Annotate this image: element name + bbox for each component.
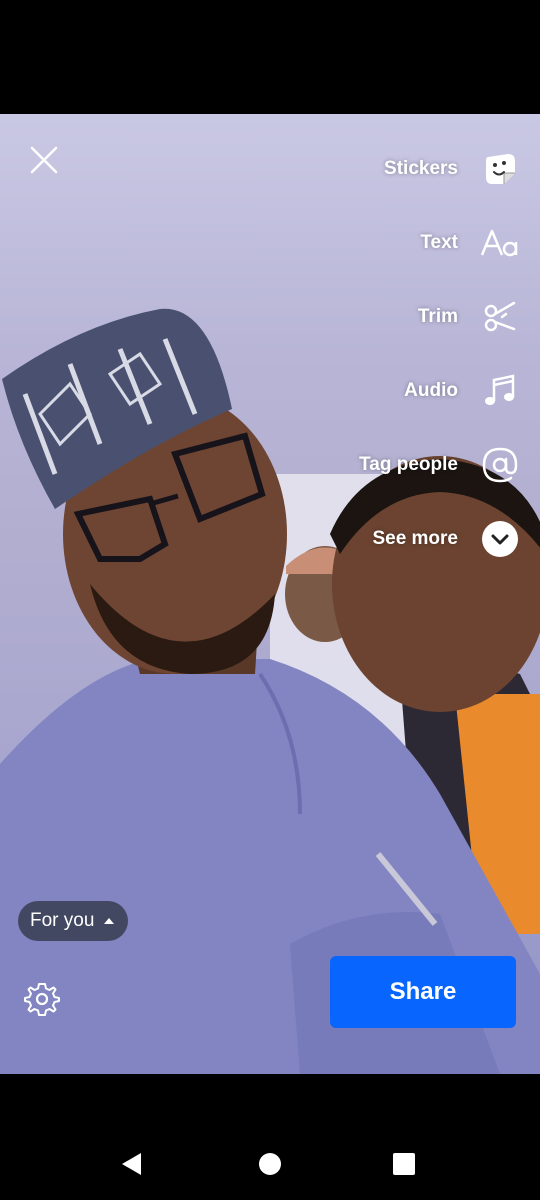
audio-button[interactable]: Audio [404,367,520,415]
back-button[interactable] [112,1144,152,1184]
sticker-icon [480,149,520,189]
share-button[interactable]: Share [330,956,516,1028]
home-icon [259,1153,281,1175]
trim-button[interactable]: Trim [418,293,520,341]
text-aa-icon [480,223,520,263]
recents-icon [393,1153,415,1175]
chevron-down-icon [480,519,520,559]
see-more-label: See more [372,528,458,549]
close-icon [30,146,58,174]
home-button[interactable] [250,1144,290,1184]
music-note-icon [480,371,520,411]
caret-up-icon [104,918,115,924]
tag-people-label: Tag people [359,454,458,475]
settings-button[interactable] [23,980,61,1018]
at-sign-icon [480,445,520,485]
recents-button[interactable] [384,1144,424,1184]
stickers-label: Stickers [384,158,458,179]
close-button[interactable] [24,140,64,180]
audience-selector[interactable]: For you [18,901,129,941]
trim-label: Trim [417,306,458,327]
tag-people-button[interactable]: Tag people [359,441,520,489]
scissors-icon [480,297,520,337]
see-more-button[interactable]: See more [372,515,520,563]
text-button[interactable]: Text [420,219,520,267]
audio-label: Audio [404,380,458,401]
back-icon [122,1153,141,1175]
gear-icon [24,983,60,1016]
system-navigation-bar [0,1128,540,1200]
audience-label: For you [30,910,95,931]
stickers-button[interactable]: Stickers [384,145,520,193]
text-label: Text [420,232,458,253]
